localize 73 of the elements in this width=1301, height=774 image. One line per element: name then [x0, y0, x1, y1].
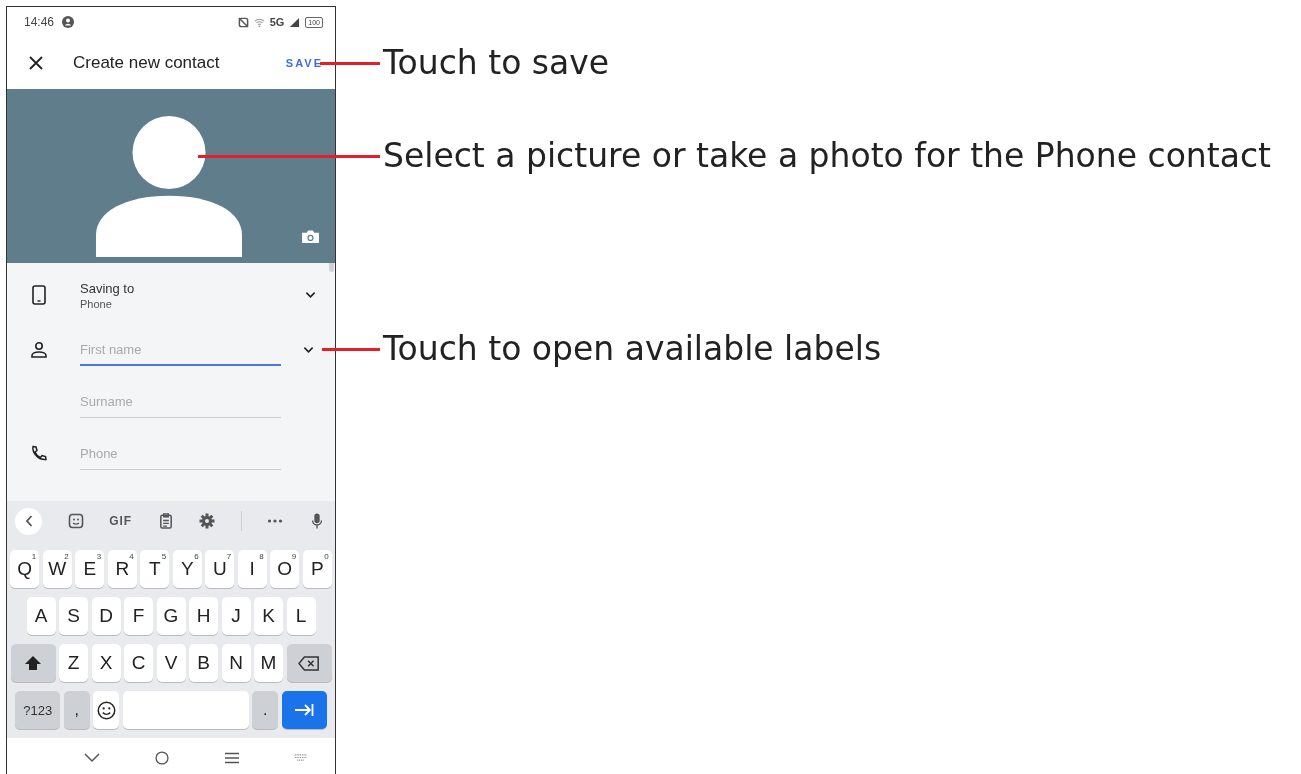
letter-key[interactable]: Z [59, 644, 88, 682]
letter-key[interactable]: C [124, 644, 153, 682]
saving-to-value: Phone [80, 297, 113, 310]
letter-key[interactable]: P $^{0}$ [302, 550, 332, 588]
callout-text: Touch to save [383, 44, 610, 82]
text-input-field[interactable]: Surname [80, 386, 281, 418]
letter-key[interactable]: F [124, 597, 153, 635]
leader-line [322, 347, 380, 351]
saving-to-label: Saving to [80, 280, 136, 296]
chevron-down-icon[interactable] [84, 750, 100, 765]
letter-key[interactable]: B [189, 644, 218, 682]
shift-key[interactable] [10, 644, 56, 682]
letter-key[interactable]: A [26, 597, 56, 635]
letter-key[interactable]: V [156, 644, 186, 682]
phone-device-icon [32, 285, 46, 305]
letter-key[interactable]: I $^{8}$ [237, 550, 267, 588]
letter-key[interactable]: Q $^{1}$ [10, 550, 40, 588]
enter-key[interactable] [281, 691, 327, 729]
letter-key[interactable]: R $^{4}$ [107, 550, 137, 588]
symbols-key[interactable]: ?123 [15, 691, 61, 729]
emoji-key[interactable] [93, 691, 120, 729]
person-icon [30, 341, 48, 359]
punct-key[interactable]: , [63, 691, 90, 729]
settings-icon[interactable] [199, 513, 216, 529]
letter-key[interactable]: O $^{9}$ [270, 550, 300, 588]
gif-button[interactable]: GIF [109, 514, 133, 528]
text-input-field[interactable]: Phone [80, 438, 281, 470]
menu-icon[interactable] [224, 750, 240, 765]
shift-arrow-icon [24, 655, 42, 671]
arrow-to-bar-icon [294, 703, 315, 717]
chevron-down-icon[interactable] [305, 291, 316, 299]
clipboard-icon[interactable] [157, 513, 174, 529]
phone-icon [30, 445, 48, 463]
network-label: 5G [269, 16, 285, 28]
contact-photo-area[interactable] [7, 89, 335, 263]
person-circle-icon [62, 16, 75, 28]
text-input-field[interactable]: First name [80, 334, 281, 366]
wifi-icon [253, 16, 265, 28]
letter-key[interactable]: M [254, 644, 283, 682]
keyboard-icon[interactable] [294, 754, 308, 761]
screen-title: Create new contact [73, 53, 220, 73]
letter-key[interactable]: D [91, 597, 121, 635]
backspace-key[interactable] [286, 644, 332, 682]
letter-key[interactable]: N [221, 644, 251, 682]
status-time: 14:46 [24, 15, 55, 29]
signal-icon [289, 16, 301, 28]
letter-key[interactable]: J [221, 597, 251, 635]
letter-key[interactable]: W $^{2}$ [42, 550, 72, 588]
backspace-icon [298, 655, 320, 671]
letter-key[interactable]: E $^{3}$ [75, 550, 105, 588]
letter-key[interactable]: K [254, 597, 283, 635]
punct-key[interactable]: . [252, 691, 279, 729]
leader-line [320, 61, 380, 65]
sticker-icon[interactable] [67, 513, 84, 529]
chevron-left-icon [24, 515, 33, 527]
letter-key[interactable]: H [189, 597, 218, 635]
callout-text: Touch to open available labels [383, 330, 882, 368]
callout-text: Select a picture or take a photo for the Phone contact [383, 137, 1271, 175]
letter-key[interactable]: G [156, 597, 186, 635]
close-button[interactable] [27, 54, 45, 72]
nfc-off-icon [237, 16, 249, 28]
camera-icon[interactable] [301, 229, 320, 244]
letter-key[interactable]: U $^{7}$ [205, 550, 235, 588]
save-button[interactable]: SAVE [285, 55, 323, 71]
home-circle-icon[interactable] [154, 750, 170, 765]
letter-key[interactable]: L [286, 597, 316, 635]
letter-key[interactable]: T $^{5}$ [140, 550, 170, 588]
smiley-icon [96, 700, 116, 720]
letter-key[interactable]: X [91, 644, 121, 682]
letter-key[interactable]: S [59, 597, 88, 635]
chevron-down-icon[interactable] [303, 346, 314, 354]
back-button[interactable] [15, 507, 42, 535]
letter-key[interactable]: Y $^{6}$ [172, 550, 202, 588]
